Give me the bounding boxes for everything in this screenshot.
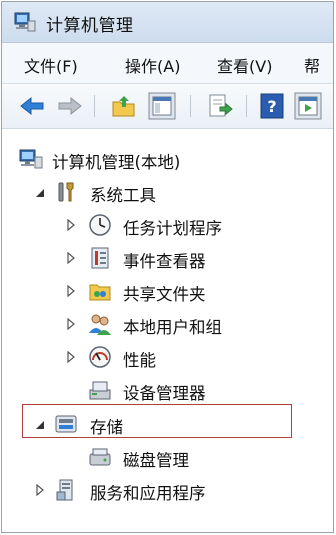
- expand-arrow-icon[interactable]: [66, 351, 76, 363]
- tree-item-system-tools[interactable]: 系统工具: [2, 176, 333, 208]
- toolbar: ?: [2, 84, 333, 129]
- tree-item-shared-folders-label: 共享文件夹: [123, 285, 206, 304]
- tree-item-task-scheduler[interactable]: 任务计划程序: [2, 209, 333, 241]
- up-folder-icon[interactable]: [110, 92, 138, 120]
- svg-text:?: ?: [267, 97, 276, 116]
- tree-item-local-users-label: 本地用户和组: [123, 318, 222, 337]
- forward-icon[interactable]: [56, 92, 84, 120]
- disk-management-icon: [89, 448, 111, 466]
- show-hide-tree-icon[interactable]: [148, 92, 176, 120]
- tools-icon: [58, 182, 74, 202]
- menu-bar: 文件(F) 操作(A) 查看(V) 帮: [2, 43, 333, 84]
- expand-arrow-icon[interactable]: [35, 484, 45, 496]
- clock-icon: [89, 214, 111, 236]
- performance-icon: [89, 346, 111, 368]
- menu-action[interactable]: 操作(A): [125, 53, 180, 77]
- tree-item-local-users[interactable]: 本地用户和组: [2, 308, 333, 340]
- tree-item-shared-folders[interactable]: 共享文件夹: [2, 275, 333, 307]
- device-manager-icon: [89, 381, 111, 400]
- computer-management-icon: [14, 12, 36, 32]
- back-icon[interactable]: [18, 92, 46, 120]
- tree-item-services-apps-label: 服务和应用程序: [90, 484, 206, 503]
- services-icon: [56, 479, 73, 501]
- console-tree: 计算机管理(本地) 系统工具 任务计划程序 事件查看器 共享文件夹 本地用户和组…: [2, 129, 333, 532]
- tree-item-event-viewer-label: 事件查看器: [123, 252, 206, 271]
- shared-folder-icon: [89, 284, 111, 301]
- menu-help[interactable]: 帮: [304, 53, 320, 77]
- tree-item-disk-management[interactable]: 磁盘管理: [2, 441, 333, 473]
- expand-arrow-icon[interactable]: [66, 252, 76, 264]
- highlight-box: [22, 404, 292, 438]
- collapse-arrow-icon[interactable]: [35, 186, 45, 198]
- toolbar-separator: [246, 95, 247, 117]
- tree-item-event-viewer[interactable]: 事件查看器: [2, 242, 333, 274]
- computer-management-icon: [19, 149, 43, 169]
- tree-item-disk-management-label: 磁盘管理: [123, 451, 189, 470]
- tree-item-task-scheduler-label: 任务计划程序: [123, 219, 222, 238]
- expand-arrow-icon[interactable]: [66, 285, 76, 297]
- tree-item-services-apps[interactable]: 服务和应用程序: [2, 474, 333, 506]
- toolbar-separator: [94, 95, 95, 117]
- title-bar: 计算机管理: [2, 2, 333, 43]
- tree-item-root-label: 计算机管理(本地): [52, 153, 181, 172]
- menu-file[interactable]: 文件(F): [24, 53, 78, 77]
- tree-item-performance-label: 性能: [123, 351, 156, 370]
- help-icon[interactable]: ?: [258, 92, 286, 120]
- menu-view[interactable]: 查看(V): [217, 53, 272, 77]
- computer-management-window: 计算机管理 文件(F) 操作(A) 查看(V) 帮 ? 计算机管理(本地) 系统…: [1, 1, 334, 533]
- event-viewer-icon: [91, 247, 109, 269]
- tree-item-device-manager[interactable]: 设备管理器: [2, 374, 333, 406]
- tree-item-performance[interactable]: 性能: [2, 341, 333, 373]
- expand-arrow-icon[interactable]: [66, 318, 76, 330]
- toolbar-separator: [190, 95, 191, 117]
- tree-item-system-tools-label: 系统工具: [90, 186, 156, 205]
- users-icon: [89, 314, 111, 335]
- properties-icon[interactable]: [294, 92, 322, 120]
- export-list-icon[interactable]: [206, 92, 234, 120]
- tree-item-root[interactable]: 计算机管理(本地): [2, 143, 333, 175]
- window-title: 计算机管理: [46, 16, 134, 36]
- expand-arrow-icon[interactable]: [66, 219, 76, 231]
- tree-item-device-manager-label: 设备管理器: [123, 384, 206, 403]
